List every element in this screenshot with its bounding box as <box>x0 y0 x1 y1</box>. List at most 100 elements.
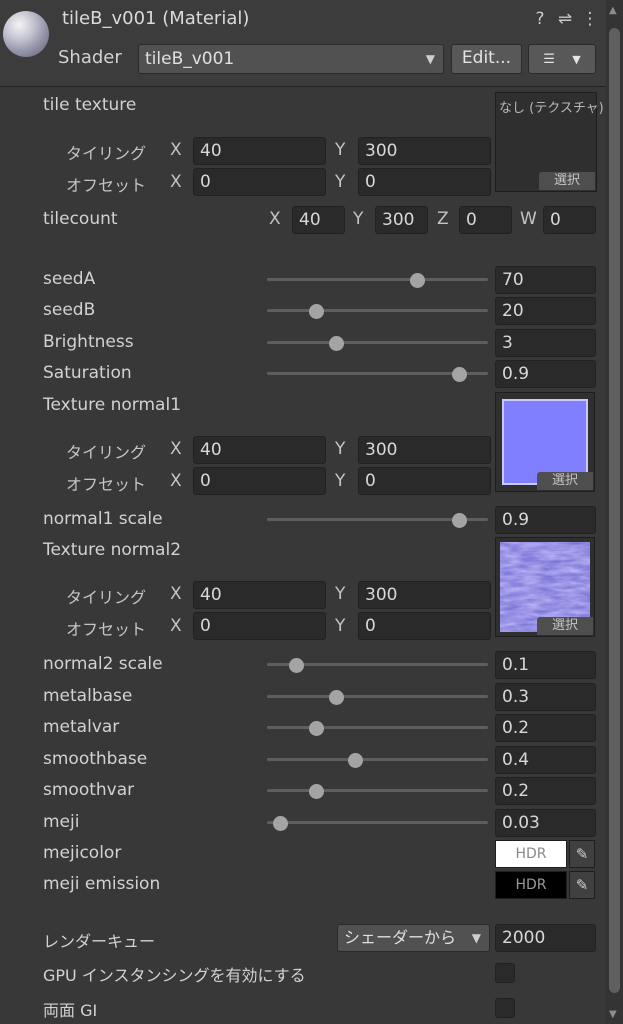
slider-handle[interactable] <box>348 752 364 768</box>
slider-handle[interactable] <box>328 335 344 351</box>
presets-icon[interactable]: ⇌ <box>555 9 575 29</box>
tile-texture-slot[interactable]: なし (テクスチャ) 選択 <box>495 92 604 192</box>
slider-track[interactable] <box>267 784 488 799</box>
slider-track[interactable] <box>267 304 488 320</box>
slider-handle[interactable] <box>308 784 324 799</box>
normal1-tiling-y-field[interactable]: 300 <box>358 436 491 464</box>
slider-value-field[interactable]: 70 <box>495 266 596 294</box>
slider-label: smoothbase <box>43 748 148 769</box>
texture-select-button[interactable]: 選択 <box>539 172 595 190</box>
gpu-instancing-checkbox[interactable] <box>495 963 515 983</box>
normal2-tiling-x-field[interactable]: 40 <box>193 581 326 609</box>
normal1-scale-label: normal1 scale <box>43 509 163 529</box>
offset-label: オフセット <box>66 620 147 639</box>
tilecount-x-field[interactable]: 40 <box>292 206 345 234</box>
tile-tiling-x-field[interactable]: 40 <box>193 137 326 165</box>
tilecount-w-field[interactable]: 0 <box>543 206 596 234</box>
axis-y-label: Y <box>335 471 346 491</box>
texture-normal2-slot[interactable]: 選択 <box>495 537 595 637</box>
render-queue-dropdown-value: シェーダーから <box>344 928 457 947</box>
slider-value-field[interactable]: 0.4 <box>495 745 596 774</box>
texture-normal1-label: Texture normal1 <box>43 395 182 415</box>
eyedropper-icon[interactable]: ✎ <box>569 871 595 899</box>
double-sided-gi-checkbox[interactable] <box>495 998 515 1018</box>
slider-value-field[interactable]: 0.9 <box>495 359 596 388</box>
tilecount-z-field[interactable]: 0 <box>459 206 512 234</box>
material-title: tileB_v001 (Material) <box>62 8 250 29</box>
normal1-offset-y-field[interactable]: 0 <box>358 467 491 495</box>
tile-offset-x-field[interactable]: 0 <box>193 168 326 196</box>
slider-handle[interactable] <box>308 721 324 736</box>
slider-label: metalbase <box>43 685 133 706</box>
normal2-offset-x-field[interactable]: 0 <box>193 612 326 640</box>
slider-handle[interactable] <box>273 815 289 831</box>
texture-select-button[interactable]: 選択 <box>537 472 593 490</box>
mejicolor-swatch[interactable]: HDR <box>495 840 567 868</box>
slider-label: Brightness <box>43 331 134 352</box>
slider-track[interactable] <box>267 689 488 705</box>
normal1-offset-x-field[interactable]: 0 <box>193 467 326 495</box>
shader-dropdown[interactable]: tileB_v001 ▼ <box>138 44 444 74</box>
slider-track[interactable] <box>267 335 488 351</box>
slider-handle[interactable] <box>308 304 324 320</box>
slider-handle[interactable] <box>452 366 468 382</box>
slider-value-field[interactable]: 0.2 <box>495 714 596 742</box>
normal1-tiling-x-field[interactable]: 40 <box>193 436 326 464</box>
scroll-up-icon[interactable]: ▲ <box>609 5 617 16</box>
tile-offset-y-field[interactable]: 0 <box>358 168 491 196</box>
axis-x-label: X <box>170 471 182 491</box>
slider-handle[interactable] <box>452 513 468 528</box>
slider-track[interactable] <box>267 658 488 673</box>
slider-track[interactable] <box>267 366 488 382</box>
axis-y-label: Y <box>335 439 346 459</box>
context-menu-icon[interactable]: ⋮ <box>580 9 600 29</box>
normal2-offset-y-field[interactable]: 0 <box>358 612 491 640</box>
axis-x-label: X <box>269 209 281 229</box>
tiling-label: タイリング <box>66 144 147 163</box>
shader-dropdown-value: tileB_v001 <box>145 49 235 69</box>
axis-y-label: Y <box>353 209 364 229</box>
scrollbar-thumb[interactable] <box>609 28 620 993</box>
slider-label: smoothvar <box>43 780 135 800</box>
tilecount-y-field[interactable]: 300 <box>375 206 428 234</box>
meji-emission-swatch[interactable]: HDR <box>495 871 567 899</box>
chevron-down-icon: ▼ <box>572 53 581 66</box>
help-icon[interactable]: ? <box>530 9 550 29</box>
header-divider <box>0 86 606 87</box>
vertical-scrollbar[interactable]: ▲ ▼ <box>606 0 623 1024</box>
slider-handle[interactable] <box>410 273 426 288</box>
axis-x-label: X <box>170 172 182 192</box>
slider-track[interactable] <box>267 721 488 736</box>
slider-track[interactable] <box>267 273 488 288</box>
material-preview-icon <box>3 11 49 57</box>
chevron-down-icon: ▼ <box>471 931 481 945</box>
slider-track[interactable] <box>267 815 488 831</box>
slider-value-field[interactable]: 20 <box>495 297 596 326</box>
slider-label: seedB <box>43 300 96 321</box>
scroll-down-icon[interactable]: ▼ <box>609 1009 617 1020</box>
normal1-scale-field[interactable]: 0.9 <box>495 506 596 534</box>
slider-value-field[interactable]: 3 <box>495 328 596 357</box>
slider-value-field[interactable]: 0.3 <box>495 682 596 711</box>
axis-x-label: X <box>170 439 182 459</box>
slider-label: Saturation <box>43 362 132 383</box>
slider-handle[interactable] <box>328 689 344 705</box>
texture-select-button[interactable]: 選択 <box>537 617 593 635</box>
texture-normal1-slot[interactable]: 選択 <box>495 392 595 492</box>
normal2-tiling-y-field[interactable]: 300 <box>358 581 491 609</box>
render-queue-field[interactable]: 2000 <box>495 924 596 952</box>
render-queue-dropdown[interactable]: シェーダーから ▼ <box>337 924 490 952</box>
axis-y-label: Y <box>335 616 346 636</box>
axis-y-label: Y <box>335 140 346 160</box>
eyedropper-icon[interactable]: ✎ <box>569 840 595 868</box>
shader-options-button[interactable]: ☰ ▼ <box>528 44 596 74</box>
slider-value-field[interactable]: 0.2 <box>495 777 596 805</box>
edit-shader-button[interactable]: Edit... <box>451 44 522 74</box>
normal1-scale-slider-track[interactable] <box>267 513 488 528</box>
slider-label: metalvar <box>43 717 120 737</box>
tile-tiling-y-field[interactable]: 300 <box>358 137 491 165</box>
slider-track[interactable] <box>267 752 488 768</box>
slider-value-field[interactable]: 0.03 <box>495 808 596 837</box>
slider-handle[interactable] <box>288 658 304 673</box>
slider-value-field[interactable]: 0.1 <box>495 651 596 679</box>
